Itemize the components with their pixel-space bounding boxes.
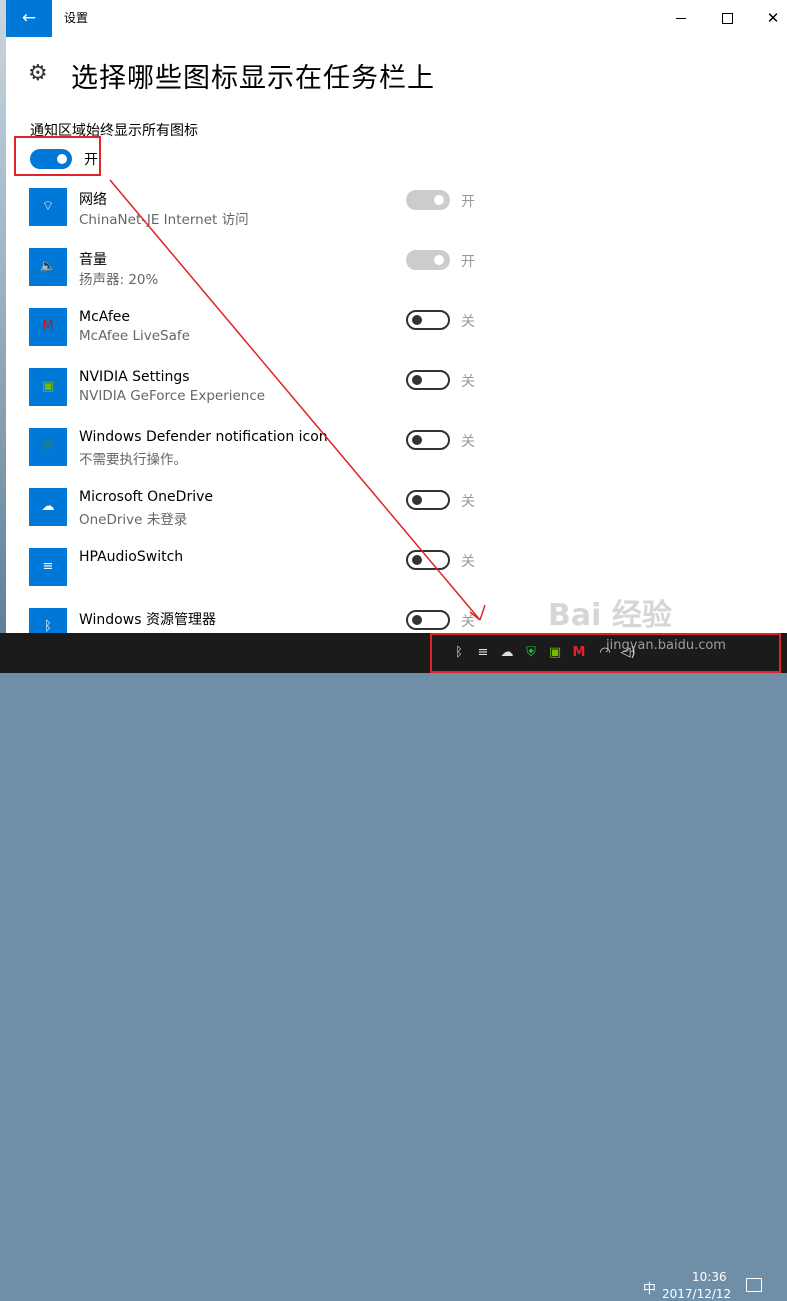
annotation-box-tray	[430, 633, 781, 673]
action-center-icon[interactable]	[746, 1278, 762, 1292]
ime-indicator[interactable]: 中	[643, 1278, 656, 1297]
watermark-logo: Bai 经验	[548, 598, 672, 633]
clock-date[interactable]: 2017/12/12	[662, 1287, 731, 1301]
clock-time[interactable]: 10:36	[692, 1270, 727, 1284]
annotation-arrow	[109, 179, 486, 621]
